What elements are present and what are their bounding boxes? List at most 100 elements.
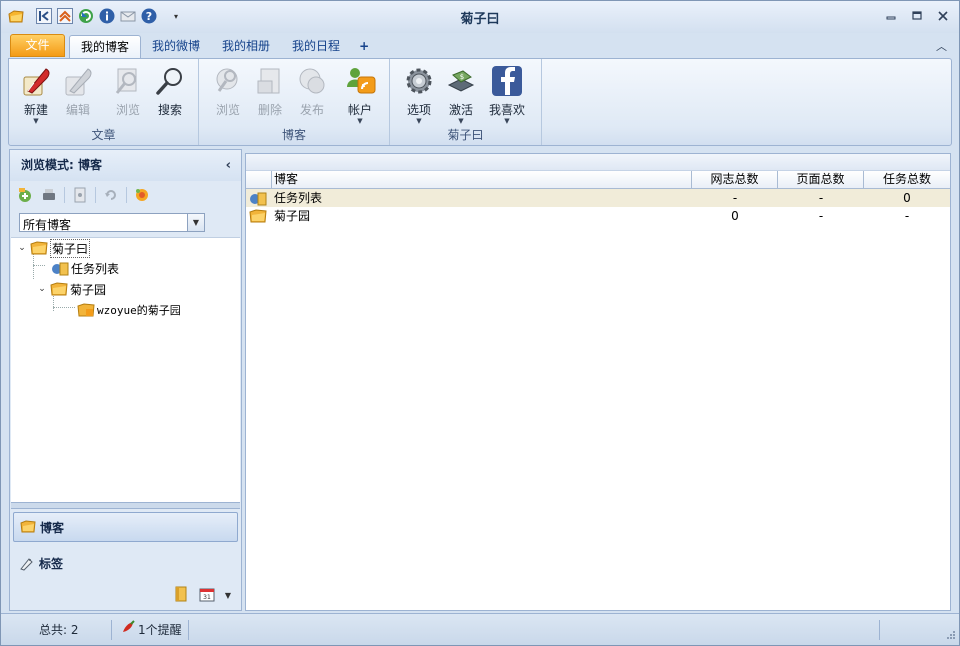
activate-label: 激活 xyxy=(448,103,473,117)
delete-blog-button[interactable]: 删除 xyxy=(249,65,291,118)
table-row[interactable]: 任务列表 - - 0 xyxy=(246,189,950,207)
sync-icon[interactable] xyxy=(102,186,120,204)
publish-blog-button[interactable]: 发布 xyxy=(291,65,333,118)
add-blog-icon[interactable] xyxy=(16,186,34,204)
chevron-down-icon[interactable]: ▼ xyxy=(187,214,204,231)
add-tab-button[interactable]: + xyxy=(351,35,377,57)
calendar-icon[interactable]: 31 xyxy=(199,586,215,605)
svg-text:$: $ xyxy=(460,73,464,81)
browse-post-label: 浏览 xyxy=(115,103,140,117)
account-button[interactable]: 帐户 ▼ xyxy=(339,65,381,125)
gear-icon xyxy=(403,65,435,97)
chevron-down-icon[interactable]: ▼ xyxy=(225,591,231,600)
account-icon xyxy=(344,65,376,97)
nav-blog[interactable]: 博客 xyxy=(13,512,238,542)
chevron-down-icon[interactable]: ⌄ xyxy=(36,284,48,294)
notebook-icon[interactable] xyxy=(173,586,189,605)
header-icon-column[interactable] xyxy=(246,171,272,188)
quill-pen-icon xyxy=(20,65,52,97)
tree-node-task-list[interactable]: 任务列表 xyxy=(49,258,119,278)
collapse-pane-icon[interactable]: ‹ xyxy=(226,150,231,181)
group-label-article: 文章 xyxy=(91,128,116,142)
new-post-button[interactable]: 新建 ▼ xyxy=(15,65,57,125)
dropdown-arrow-icon: ▼ xyxy=(416,117,422,125)
properties-icon[interactable] xyxy=(71,186,89,204)
ribbon: 新建 ▼ 编辑 浏览 搜索 文章 浏览 删除 发布 帐户 ▼ 博客 选项 ▼ $… xyxy=(8,58,952,146)
tree-node-label: 任务列表 xyxy=(71,261,120,276)
dropdown-arrow-icon: ▼ xyxy=(504,117,510,125)
blog-name-cell: 任务列表 xyxy=(274,191,323,205)
window-title: 菊子曰 xyxy=(460,12,500,27)
tab-my-blog[interactable]: 我的博客 xyxy=(69,35,142,59)
tasks-count-cell: - xyxy=(904,209,910,223)
dropdown-arrow-icon: ▼ xyxy=(357,117,363,125)
browse-blog-button[interactable]: 浏览 xyxy=(207,65,249,118)
print-icon[interactable] xyxy=(40,186,58,204)
activate-icon: $ xyxy=(445,65,477,97)
blog-filter-select[interactable]: 所有博客 ▼ xyxy=(19,213,205,232)
status-divider xyxy=(111,620,112,640)
blog-nav-icon xyxy=(20,519,36,535)
pages-count-cell: - xyxy=(818,209,824,223)
tree-node-wzoyue-blog[interactable]: wzoyue的菊子园 xyxy=(75,300,181,320)
pane-toolbar xyxy=(16,186,151,204)
task-list-icon xyxy=(249,190,267,208)
toolbar-separator xyxy=(95,187,96,203)
tree-node-label: 菊子园 xyxy=(70,282,107,297)
tree-line xyxy=(33,265,45,266)
pane-splitter[interactable] xyxy=(11,502,240,509)
tree-node-label: 菊子曰 xyxy=(50,238,91,258)
maximize-icon[interactable] xyxy=(909,8,925,24)
table-row[interactable]: 菊子园 0 - - xyxy=(246,207,950,225)
browse-blog-label: 浏览 xyxy=(215,103,240,117)
browse-icon xyxy=(212,65,244,97)
header-pages[interactable]: 页面总数 xyxy=(778,171,864,188)
header-blog[interactable]: 博客 xyxy=(272,171,692,188)
header-tasks[interactable]: 任务总数 xyxy=(864,171,950,188)
blog-name-cell: 菊子园 xyxy=(274,209,311,223)
folder-icon xyxy=(249,208,267,226)
edit-post-button[interactable]: 编辑 xyxy=(57,65,99,118)
options-button[interactable]: 选项 ▼ xyxy=(398,65,440,125)
tab-my-schedule[interactable]: 我的日程 xyxy=(281,35,351,57)
tree-node-juziyuan[interactable]: ⌄ 菊子园 xyxy=(36,279,106,299)
tab-my-album[interactable]: 我的相册 xyxy=(211,35,281,57)
status-divider xyxy=(879,620,880,640)
browse-mode-title: 浏览模式: 博客 xyxy=(21,158,102,172)
chevron-down-icon[interactable]: ⌄ xyxy=(16,243,28,253)
search-label: 搜索 xyxy=(157,103,182,117)
app-window: ? ▾ 菊子曰 文件 我的博客 我的微博 我的相册 我的日程 + ︿ 新建 ▼ … xyxy=(0,0,960,646)
ribbon-group-app: 选项 ▼ $ 激活 ▼ 我喜欢 ▼ 菊子曰 xyxy=(390,59,542,145)
task-list-icon xyxy=(51,260,69,276)
ribbon-collapse-icon[interactable]: ︿ xyxy=(936,38,947,54)
header-posts[interactable]: 网志总数 xyxy=(692,171,778,188)
flower-icon[interactable] xyxy=(133,186,151,204)
toolbar-separator xyxy=(126,187,127,203)
dropdown-arrow-icon: ▼ xyxy=(33,117,39,125)
options-label: 选项 xyxy=(406,103,431,117)
resize-grip-icon[interactable] xyxy=(945,628,955,642)
activate-button[interactable]: $ 激活 ▼ xyxy=(440,65,482,125)
search-button[interactable]: 搜索 xyxy=(149,65,191,118)
edit-icon xyxy=(62,65,94,97)
title-bar: ? ▾ 菊子曰 xyxy=(1,1,959,33)
tree-node-root[interactable]: ⌄ 菊子曰 xyxy=(16,238,91,258)
pages-count-cell: - xyxy=(818,191,824,205)
posts-count-cell: - xyxy=(732,191,738,205)
minimize-icon[interactable] xyxy=(883,8,899,24)
file-tab[interactable]: 文件 xyxy=(10,34,65,57)
new-post-label: 新建 xyxy=(23,103,48,117)
status-bar: 总共: 2 1个提醒 xyxy=(1,613,959,645)
blog-grid: 博客 网志总数 页面总数 任务总数 任务列表 - - 0 菊子园 0 - - xyxy=(245,153,951,611)
browse-post-button[interactable]: 浏览 xyxy=(107,65,149,118)
pane-bottom-toolbar: 31 ▼ xyxy=(173,586,231,605)
dropdown-arrow-icon: ▼ xyxy=(458,117,464,125)
close-icon[interactable] xyxy=(935,8,951,24)
tab-my-weibo[interactable]: 我的微博 xyxy=(141,35,211,57)
posts-count-cell: 0 xyxy=(731,209,739,223)
delete-blog-label: 删除 xyxy=(257,103,282,117)
reminder-indicator[interactable]: 1个提醒 xyxy=(121,620,182,640)
blog-folder-icon xyxy=(77,302,95,318)
nav-tags[interactable]: 标签 xyxy=(13,548,238,578)
like-button[interactable]: 我喜欢 ▼ xyxy=(486,65,528,125)
